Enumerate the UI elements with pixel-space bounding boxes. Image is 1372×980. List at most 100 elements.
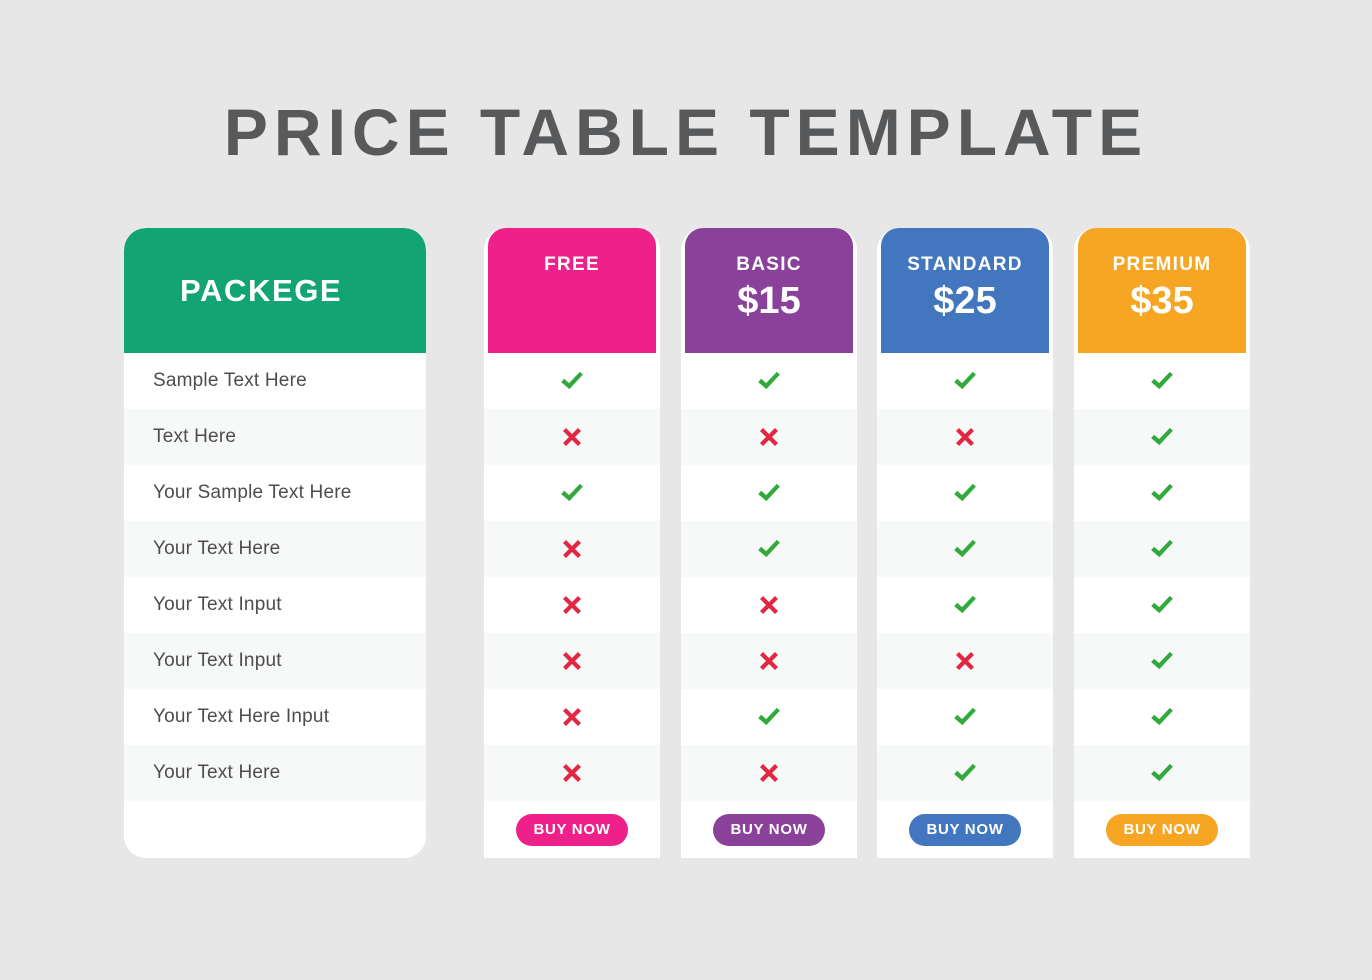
plan-column-free: FREE BUY NOW bbox=[484, 228, 660, 858]
buy-now-button[interactable]: BUY NOW bbox=[713, 813, 825, 846]
check-icon bbox=[1147, 478, 1177, 508]
feature-cell bbox=[681, 521, 857, 577]
pricing-table: PACKEGE Sample Text Here Text Here Your Sa… bbox=[0, 228, 1372, 868]
check-icon bbox=[754, 702, 784, 732]
package-footer-spacer bbox=[124, 801, 426, 858]
feature-label: Your Text Input bbox=[153, 594, 282, 615]
plan-column-standard: STANDARD $25 BUY NOW bbox=[877, 228, 1053, 858]
feature-cell bbox=[1074, 689, 1250, 745]
feature-cell bbox=[484, 633, 660, 689]
check-icon bbox=[557, 366, 587, 396]
feature-label-row: Your Text Input bbox=[124, 577, 426, 633]
check-icon bbox=[950, 758, 980, 788]
check-icon bbox=[754, 366, 784, 396]
feature-label-row: Your Text Here bbox=[124, 521, 426, 577]
feature-cell bbox=[1074, 745, 1250, 801]
plan-column-basic: BASIC $15 BUY NOW bbox=[681, 228, 857, 858]
cross-icon bbox=[557, 702, 587, 732]
feature-cell bbox=[877, 409, 1053, 465]
feature-cell bbox=[1074, 409, 1250, 465]
cross-icon bbox=[754, 590, 784, 620]
feature-cell bbox=[877, 689, 1053, 745]
feature-cell bbox=[484, 353, 660, 409]
cross-icon bbox=[557, 646, 587, 676]
feature-cell bbox=[681, 577, 857, 633]
feature-cell bbox=[877, 577, 1053, 633]
price-table-page: PRICE TABLE TEMPLATE PACKEGE Sample Text… bbox=[0, 0, 1372, 980]
check-icon bbox=[557, 478, 587, 508]
plan-feature-cells bbox=[681, 353, 857, 801]
plan-footer: BUY NOW bbox=[484, 801, 660, 858]
cross-icon bbox=[557, 534, 587, 564]
feature-label: Sample Text Here bbox=[153, 370, 307, 391]
feature-cell bbox=[877, 465, 1053, 521]
feature-label: Your Text Here bbox=[153, 538, 281, 559]
cross-icon bbox=[950, 646, 980, 676]
feature-cell bbox=[681, 689, 857, 745]
package-header: PACKEGE bbox=[124, 228, 426, 353]
feature-label: Text Here bbox=[153, 426, 237, 447]
feature-cell bbox=[484, 465, 660, 521]
plan-name: BASIC bbox=[736, 254, 802, 275]
cross-icon bbox=[754, 422, 784, 452]
plan-name: STANDARD bbox=[907, 254, 1023, 275]
feature-cell bbox=[877, 353, 1053, 409]
feature-cell bbox=[877, 745, 1053, 801]
plan-header: FREE bbox=[488, 228, 656, 353]
cross-icon bbox=[754, 758, 784, 788]
feature-cell bbox=[484, 521, 660, 577]
plan-feature-cells bbox=[877, 353, 1053, 801]
feature-cell bbox=[681, 633, 857, 689]
buy-now-button[interactable]: BUY NOW bbox=[909, 813, 1021, 846]
feature-label-row: Your Text Here bbox=[124, 745, 426, 801]
feature-cell bbox=[484, 745, 660, 801]
feature-label-row: Sample Text Here bbox=[124, 353, 426, 409]
feature-cell bbox=[484, 577, 660, 633]
cross-icon bbox=[557, 422, 587, 452]
feature-cell bbox=[1074, 353, 1250, 409]
check-icon bbox=[950, 366, 980, 396]
plan-feature-cells bbox=[484, 353, 660, 801]
feature-label: Your Text Here bbox=[153, 762, 281, 783]
feature-cell bbox=[1074, 633, 1250, 689]
plan-feature-cells bbox=[1074, 353, 1250, 801]
feature-cell bbox=[681, 745, 857, 801]
feature-cell bbox=[877, 521, 1053, 577]
plan-footer: BUY NOW bbox=[1074, 801, 1250, 858]
plan-header: BASIC $15 bbox=[685, 228, 853, 353]
check-icon bbox=[1147, 758, 1177, 788]
feature-label-row: Your Sample Text Here bbox=[124, 465, 426, 521]
check-icon bbox=[1147, 702, 1177, 732]
check-icon bbox=[950, 702, 980, 732]
cross-icon bbox=[754, 646, 784, 676]
feature-cell bbox=[484, 689, 660, 745]
page-title: PRICE TABLE TEMPLATE bbox=[223, 95, 1149, 169]
check-icon bbox=[950, 478, 980, 508]
plan-name: FREE bbox=[544, 254, 600, 275]
plan-footer: BUY NOW bbox=[877, 801, 1053, 858]
feature-label: Your Text Here Input bbox=[153, 706, 330, 727]
feature-label: Your Sample Text Here bbox=[153, 482, 352, 503]
cross-icon bbox=[557, 590, 587, 620]
check-icon bbox=[950, 534, 980, 564]
feature-cell bbox=[681, 409, 857, 465]
plan-header: STANDARD $25 bbox=[881, 228, 1049, 353]
feature-label-row: Your Text Input bbox=[124, 633, 426, 689]
buy-now-button[interactable]: BUY NOW bbox=[516, 813, 628, 846]
check-icon bbox=[1147, 646, 1177, 676]
plan-footer: BUY NOW bbox=[681, 801, 857, 858]
plan-price: $25 bbox=[933, 280, 997, 322]
plan-name: PREMIUM bbox=[1112, 254, 1212, 275]
buy-now-button[interactable]: BUY NOW bbox=[1106, 813, 1218, 846]
feature-cell bbox=[484, 409, 660, 465]
plan-header: PREMIUM $35 bbox=[1078, 228, 1246, 353]
plan-price: $35 bbox=[1130, 280, 1194, 322]
feature-cell bbox=[1074, 465, 1250, 521]
plan-column-premium: PREMIUM $35 BUY NOW bbox=[1074, 228, 1250, 858]
check-icon bbox=[1147, 422, 1177, 452]
feature-cell bbox=[681, 353, 857, 409]
feature-label-list: Sample Text Here Text Here Your Sample Tex… bbox=[124, 353, 426, 801]
check-icon bbox=[1147, 534, 1177, 564]
feature-cell bbox=[877, 633, 1053, 689]
feature-cell bbox=[681, 465, 857, 521]
